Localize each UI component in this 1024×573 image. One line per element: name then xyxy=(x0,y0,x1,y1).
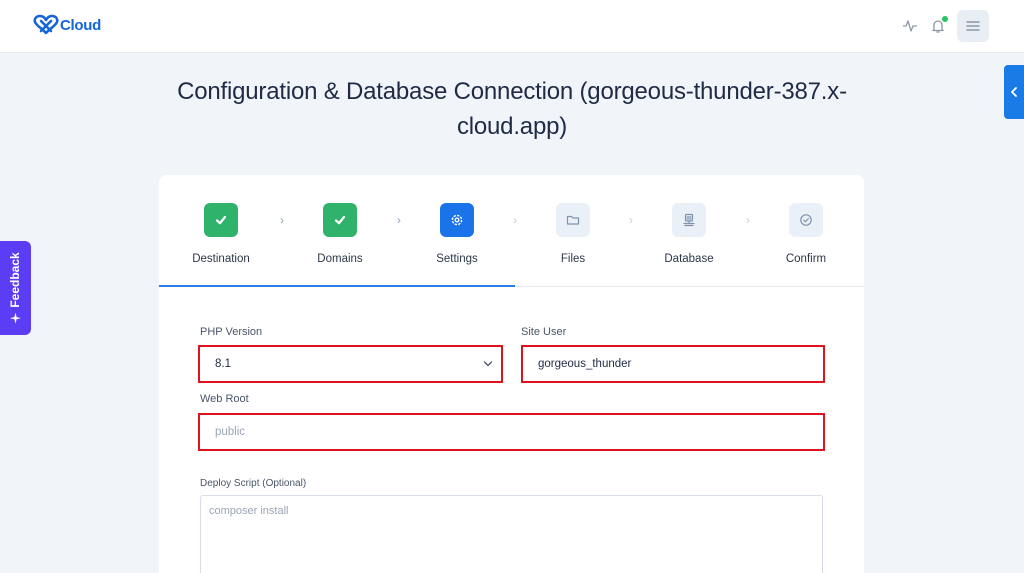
step-settings[interactable]: Settings xyxy=(407,203,507,265)
site-user-label: Site User xyxy=(521,326,567,338)
step-database[interactable]: Database xyxy=(639,203,739,265)
step-destination[interactable]: Destination xyxy=(171,203,271,265)
stepper-progress-bar xyxy=(159,285,515,287)
configuration-card: Destination › Domains › Settings › Files… xyxy=(159,175,864,573)
feedback-label: Feedback xyxy=(8,252,22,308)
deploy-script-textarea[interactable]: composer install xyxy=(200,495,823,573)
chevron-right-icon: › xyxy=(629,213,633,227)
deploy-script-label: Deploy Script (Optional) xyxy=(200,478,307,489)
step-confirm[interactable]: Confirm xyxy=(756,203,856,265)
web-root-input[interactable]: public xyxy=(198,413,825,451)
step-label: Database xyxy=(664,253,714,265)
stepper: Destination › Domains › Settings › Files… xyxy=(159,175,864,287)
step-files[interactable]: Files xyxy=(523,203,623,265)
chevron-right-icon: › xyxy=(397,213,401,227)
database-icon xyxy=(683,213,695,227)
chevron-right-icon: › xyxy=(746,213,750,227)
top-bar: Cloud xyxy=(0,0,1024,53)
php-version-value: 8.1 xyxy=(215,358,231,370)
pulse-icon[interactable] xyxy=(902,18,918,34)
step-label: Domains xyxy=(317,253,363,265)
feedback-button[interactable]: Feedback xyxy=(0,241,31,335)
folder-icon xyxy=(566,215,580,225)
check-icon xyxy=(215,215,227,225)
step-domains[interactable]: Domains xyxy=(290,203,390,265)
brand-logo[interactable]: Cloud xyxy=(33,13,101,37)
chevron-right-icon: › xyxy=(513,213,517,227)
web-root-label: Web Root xyxy=(200,393,249,405)
site-user-input[interactable]: gorgeous_thunder xyxy=(521,345,825,383)
web-root-placeholder: public xyxy=(215,426,246,438)
sparkle-icon xyxy=(9,312,21,324)
chevron-down-icon xyxy=(483,361,493,367)
php-version-label: PHP Version xyxy=(200,326,263,338)
step-label: Destination xyxy=(192,253,250,265)
check-icon xyxy=(334,215,346,225)
step-label: Files xyxy=(560,253,586,265)
gear-icon xyxy=(451,214,463,226)
menu-icon xyxy=(966,21,980,31)
page-title: Configuration & Database Connection (gor… xyxy=(177,78,847,140)
sidebar-toggle-button[interactable] xyxy=(1004,65,1024,119)
bell-icon[interactable] xyxy=(930,16,948,34)
cloud-logo-icon xyxy=(33,14,59,35)
chevron-left-icon xyxy=(1011,87,1017,97)
brand-name: Cloud xyxy=(60,16,101,34)
check-circle-icon xyxy=(800,214,812,226)
notification-dot xyxy=(942,16,948,22)
step-label: Settings xyxy=(436,253,478,265)
site-user-value: gorgeous_thunder xyxy=(538,358,632,370)
menu-button[interactable] xyxy=(957,10,989,42)
chevron-right-icon: › xyxy=(280,213,284,227)
deploy-script-placeholder: composer install xyxy=(209,505,289,517)
php-version-select[interactable]: 8.1 xyxy=(198,345,503,383)
step-label: Confirm xyxy=(785,253,827,265)
